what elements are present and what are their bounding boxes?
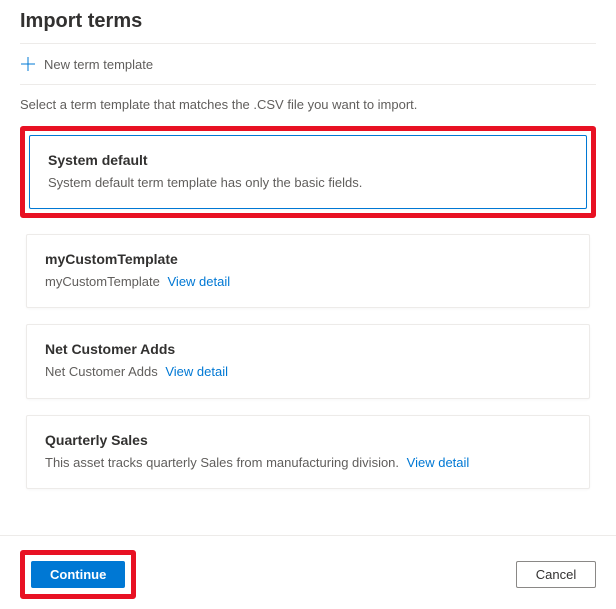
template-card-system-default[interactable]: System default System default term templ… — [29, 135, 587, 209]
view-detail-link[interactable]: View detail — [165, 364, 228, 379]
template-description: This asset tracks quarterly Sales from m… — [45, 454, 571, 472]
footer-actions: Continue Cancel — [0, 535, 616, 599]
view-detail-link[interactable]: View detail — [168, 274, 231, 289]
template-description: System default term template has only th… — [48, 174, 568, 192]
template-card-net-customer-adds[interactable]: Net Customer Adds Net Customer Adds View… — [26, 324, 590, 398]
template-card-quarterly-sales[interactable]: Quarterly Sales This asset tracks quarte… — [26, 415, 590, 489]
template-desc-text: Net Customer Adds — [45, 364, 158, 379]
template-description: Net Customer Adds View detail — [45, 363, 571, 381]
highlight-continue: Continue — [20, 550, 136, 599]
template-title: Quarterly Sales — [45, 432, 571, 448]
template-title: Net Customer Adds — [45, 341, 571, 357]
plus-icon — [20, 56, 36, 72]
page-title: Import terms — [20, 4, 596, 44]
template-card-mycustomtemplate[interactable]: myCustomTemplate myCustomTemplate View d… — [26, 234, 590, 308]
template-title: System default — [48, 152, 568, 168]
template-description: myCustomTemplate View detail — [45, 273, 571, 291]
template-desc-text: This asset tracks quarterly Sales from m… — [45, 455, 399, 470]
view-detail-link[interactable]: View detail — [407, 455, 470, 470]
template-desc-text: myCustomTemplate — [45, 274, 160, 289]
new-term-template-button[interactable]: New term template — [20, 44, 596, 85]
new-term-template-label: New term template — [44, 57, 153, 72]
continue-button[interactable]: Continue — [31, 561, 125, 588]
highlight-selected-template: System default System default term templ… — [20, 126, 596, 218]
cancel-button[interactable]: Cancel — [516, 561, 596, 588]
template-title: myCustomTemplate — [45, 251, 571, 267]
instruction-text: Select a term template that matches the … — [20, 85, 596, 126]
